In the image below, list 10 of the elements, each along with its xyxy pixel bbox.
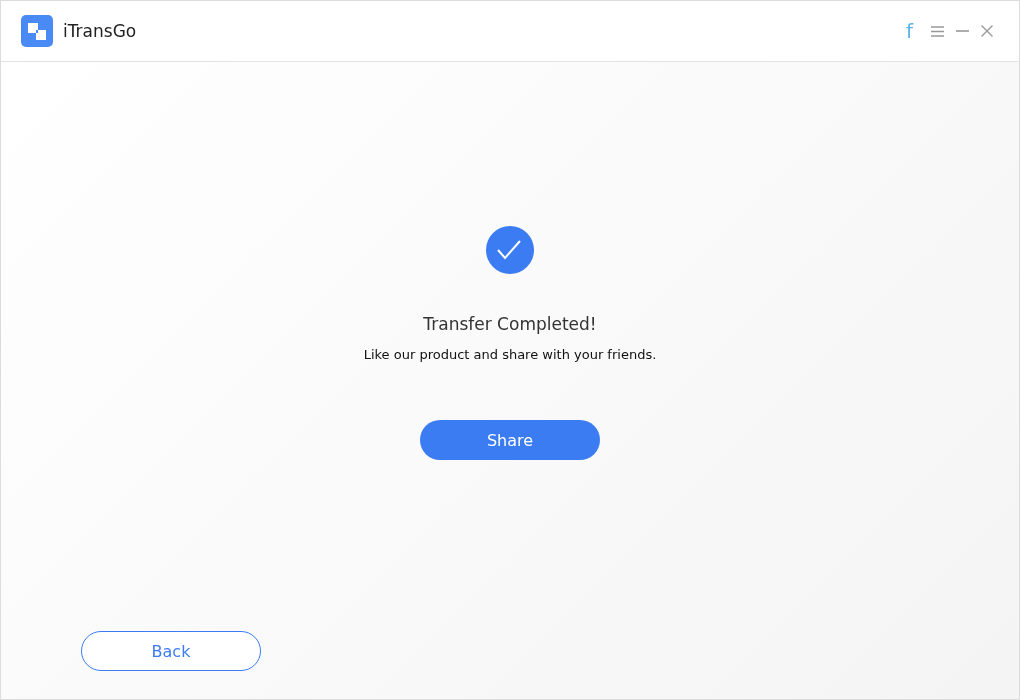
app-logo-icon [21, 15, 53, 47]
close-icon[interactable] [981, 25, 993, 37]
result-message: Like our product and share with your friends. [363, 347, 657, 362]
result-title: Transfer Completed! [423, 314, 597, 334]
back-button[interactable]: Back [81, 631, 261, 671]
window-title: iTransGo [63, 21, 137, 41]
menu-icon[interactable] [931, 25, 944, 37]
facebook-link[interactable]: f [905, 21, 913, 41]
share-button[interactable]: Share [420, 420, 600, 460]
check-icon [486, 226, 534, 274]
